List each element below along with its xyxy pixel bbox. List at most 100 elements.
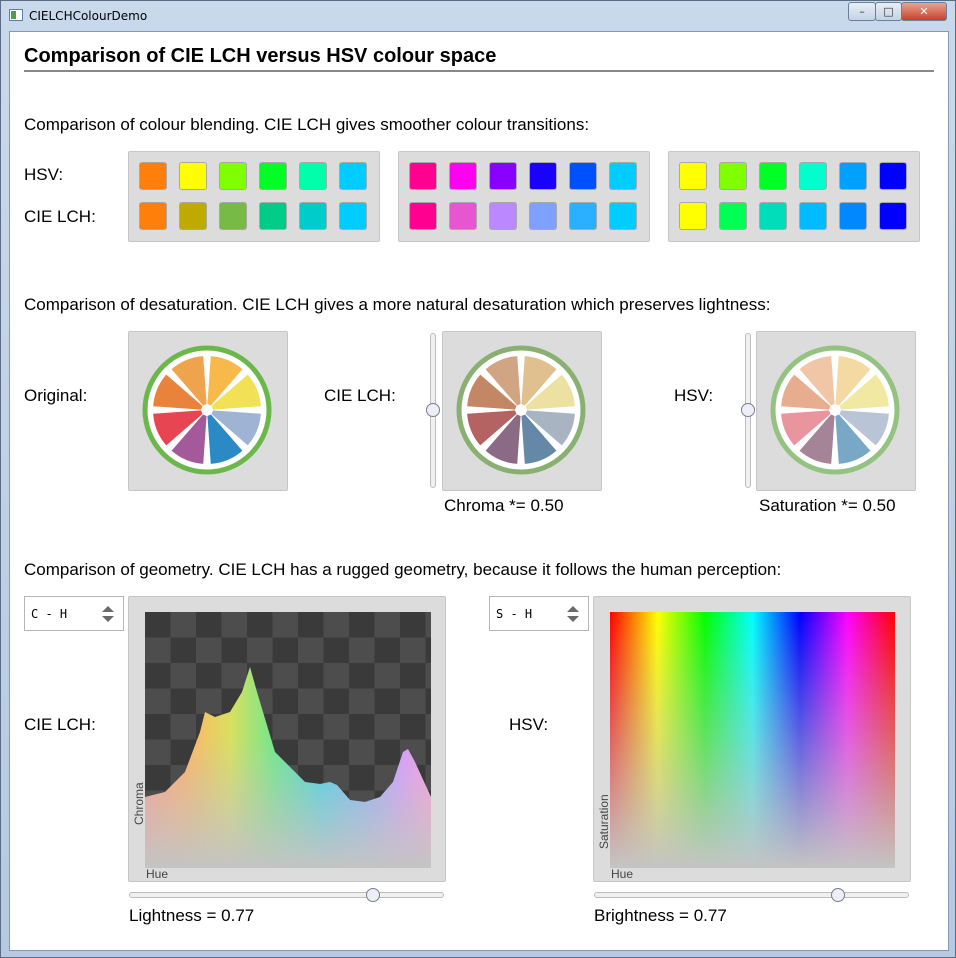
checker-cell xyxy=(298,739,324,765)
brightness-value-text: Brightness = 0.77 xyxy=(594,906,727,925)
checker-cell xyxy=(170,637,196,663)
checker-cell xyxy=(170,612,196,638)
checker-cell xyxy=(196,688,222,714)
original-label: Original: xyxy=(24,386,88,405)
lch-swatch xyxy=(259,202,287,230)
checker-cell xyxy=(196,663,222,689)
checker-cell xyxy=(221,612,247,638)
hsv-saturation-hue-plot xyxy=(610,612,895,868)
checker-cell xyxy=(323,612,349,638)
checker-cell xyxy=(298,637,324,663)
lch-swatch xyxy=(529,202,557,230)
lch-swatch xyxy=(609,202,637,230)
checker-cell xyxy=(145,739,171,765)
hsv-swatch xyxy=(529,162,557,190)
lch-swatch xyxy=(879,202,907,230)
checker-cell xyxy=(247,637,273,663)
lch-swatch xyxy=(299,202,327,230)
checker-cell xyxy=(221,663,247,689)
wheel-rind xyxy=(770,345,900,475)
blending-caption: Comparison of colour blending. CIE LCH g… xyxy=(24,115,590,134)
checker-cell xyxy=(272,612,298,638)
lightness-slider[interactable] xyxy=(129,888,444,902)
lch-swatch xyxy=(449,202,477,230)
lch-swatch xyxy=(489,202,517,230)
hsv-plot-desaturation-overlay xyxy=(610,612,895,868)
main-content: Comparison of CIE LCH versus HSV colour … xyxy=(9,31,949,951)
checker-cell xyxy=(272,663,298,689)
chroma-slider[interactable] xyxy=(426,333,440,488)
original-wheel-panel xyxy=(128,331,288,491)
checker-cell xyxy=(349,612,375,638)
desat-lch-label: CIE LCH: xyxy=(324,386,396,405)
blending-lch-label: CIE LCH: xyxy=(24,207,96,226)
checker-cell xyxy=(425,765,431,791)
hsv-wheel-panel xyxy=(756,331,916,491)
hsv-swatch xyxy=(339,162,367,190)
lch-axes-select-value: C - H xyxy=(31,607,68,621)
chroma-value-text: Chroma *= 0.50 xyxy=(444,496,564,515)
desaturation-caption: Comparison of desaturation. CIE LCH give… xyxy=(24,295,771,314)
lch-swatch xyxy=(719,202,747,230)
hsv-swatch xyxy=(219,162,247,190)
checker-cell xyxy=(272,714,298,740)
checker-cell xyxy=(170,663,196,689)
lightness-value-text: Lightness = 0.77 xyxy=(129,906,255,925)
checker-cell xyxy=(400,688,426,714)
hsv-desaturated-wheel xyxy=(770,345,900,475)
checker-cell xyxy=(170,688,196,714)
lch-axes-select[interactable]: C - H xyxy=(24,596,124,631)
checker-cell xyxy=(425,714,431,740)
lch-swatch xyxy=(799,202,827,230)
checker-cell xyxy=(425,739,431,765)
original-citrus-wheel xyxy=(142,345,272,475)
lch-geometry-panel: Chroma Hue xyxy=(128,596,446,882)
checker-cell xyxy=(196,612,222,638)
lch-swatch xyxy=(179,202,207,230)
minimize-button[interactable]: – xyxy=(848,2,876,21)
lch-swatch xyxy=(569,202,597,230)
hsv-axes-select[interactable]: S - H xyxy=(489,596,589,631)
blend-group-1 xyxy=(128,151,380,242)
checker-cell xyxy=(425,637,431,663)
geometry-hsv-label: HSV: xyxy=(509,715,549,734)
checker-cell xyxy=(425,612,431,638)
saturation-slider-thumb[interactable] xyxy=(741,403,755,417)
checker-cell xyxy=(298,612,324,638)
saturation-slider[interactable] xyxy=(741,333,755,488)
hsv-swatch xyxy=(799,162,827,190)
checker-cell xyxy=(349,663,375,689)
wheel-rind xyxy=(142,345,272,475)
title-divider xyxy=(24,70,934,72)
brightness-slider-thumb[interactable] xyxy=(830,888,845,902)
spinner-arrows-icon[interactable] xyxy=(566,604,580,624)
hsv-swatch xyxy=(139,162,167,190)
checker-cell xyxy=(400,637,426,663)
hsv-swatch xyxy=(879,162,907,190)
checker-cell xyxy=(298,663,324,689)
checker-cell xyxy=(374,663,400,689)
lightness-slider-thumb[interactable] xyxy=(365,888,380,902)
checker-cell xyxy=(374,688,400,714)
checker-cell xyxy=(145,663,171,689)
title-bar[interactable]: CIELCHColourDemo – □ ✕ xyxy=(1,1,955,31)
checker-cell xyxy=(272,688,298,714)
lch-swatch xyxy=(759,202,787,230)
close-button[interactable]: ✕ xyxy=(901,2,947,21)
checker-cell xyxy=(349,637,375,663)
brightness-slider[interactable] xyxy=(594,888,909,902)
hsv-swatch xyxy=(839,162,867,190)
hsv-swatch xyxy=(609,162,637,190)
spinner-arrows-icon[interactable] xyxy=(101,604,115,624)
maximize-button[interactable]: □ xyxy=(875,2,902,21)
checker-cell xyxy=(298,714,324,740)
checker-cell xyxy=(145,714,171,740)
chroma-slider-thumb[interactable] xyxy=(426,403,440,417)
checker-cell xyxy=(145,637,171,663)
hsv-swatch xyxy=(179,162,207,190)
checker-cell xyxy=(425,688,431,714)
app-icon xyxy=(9,9,23,21)
lch-chroma-hue-plot xyxy=(145,612,431,868)
app-window: CIELCHColourDemo – □ ✕ Comparison of CIE… xyxy=(0,0,956,958)
hsv-swatch xyxy=(489,162,517,190)
